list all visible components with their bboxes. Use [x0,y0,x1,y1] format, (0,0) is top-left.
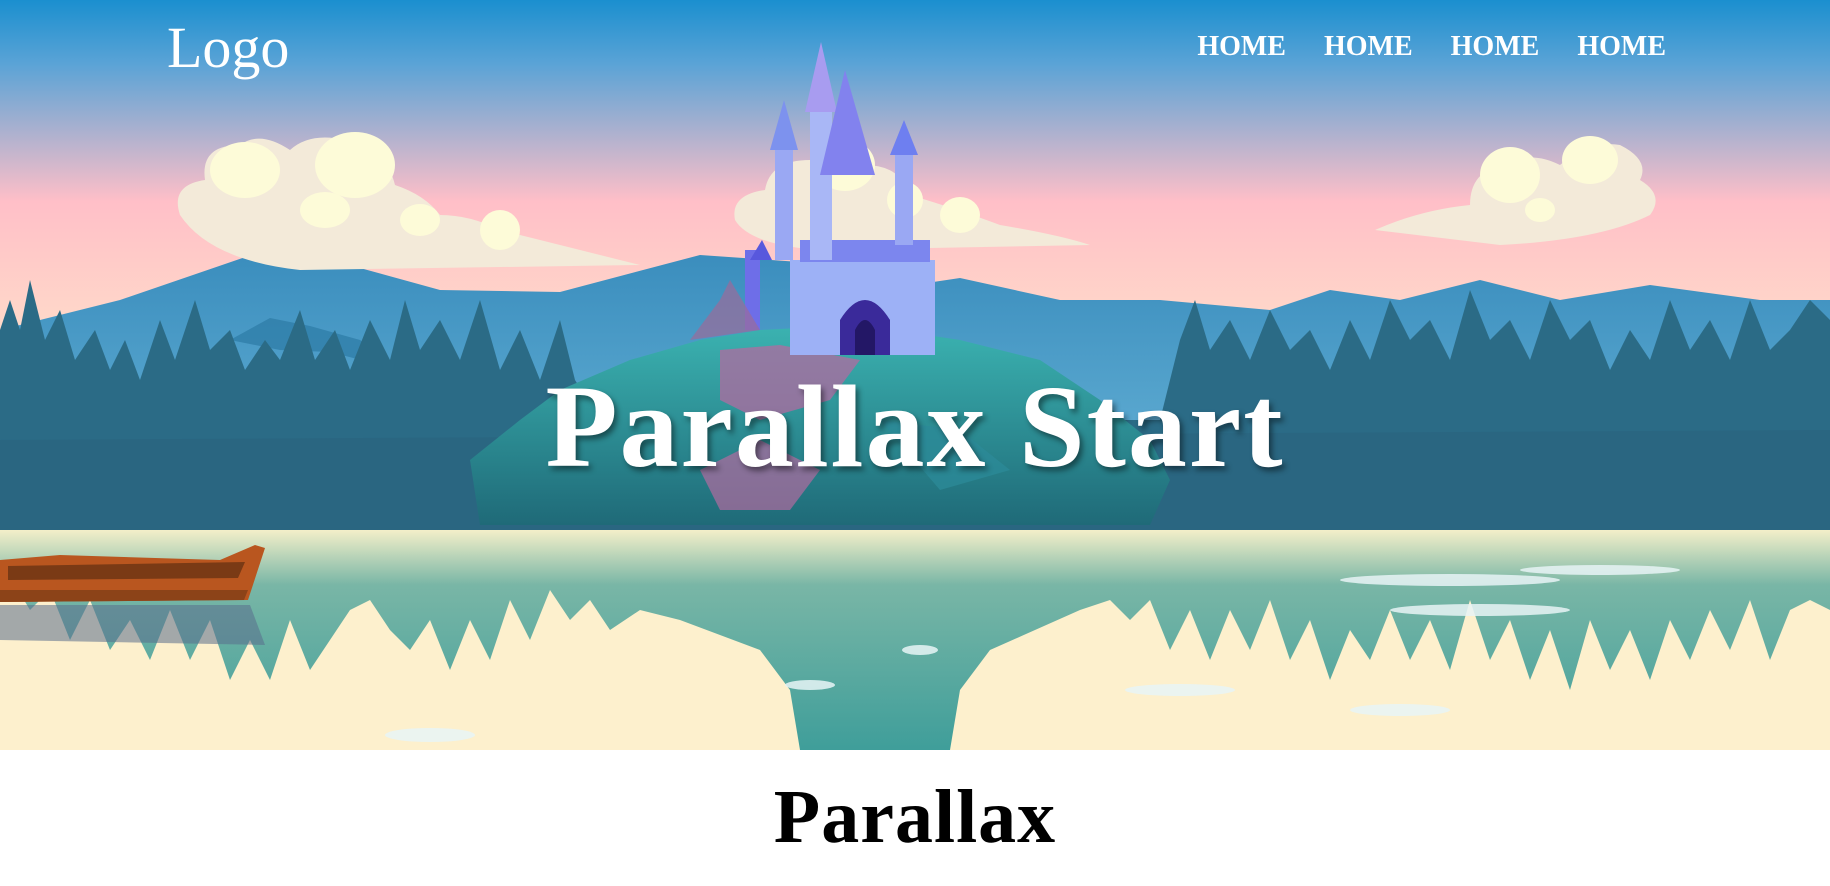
nav-link-home-3[interactable]: HOME [1451,28,1540,66]
hero-title: Parallax Start [545,361,1285,492]
top-navbar: Logo HOME HOME HOME HOME [0,0,1830,90]
hero-scene: Logo HOME HOME HOME HOME Parallax Start [0,0,1830,750]
section-title: Parallax [773,775,1057,859]
boat-illustration [0,545,265,645]
site-logo[interactable]: Logo [167,12,289,84]
nav-link-home-2[interactable]: HOME [1324,28,1413,66]
nav-link-home-4[interactable]: HOME [1577,28,1666,66]
nav-link-home-1[interactable]: HOME [1197,28,1286,66]
main-nav: HOME HOME HOME HOME [1197,28,1666,66]
content-section: Parallax [0,750,1830,886]
